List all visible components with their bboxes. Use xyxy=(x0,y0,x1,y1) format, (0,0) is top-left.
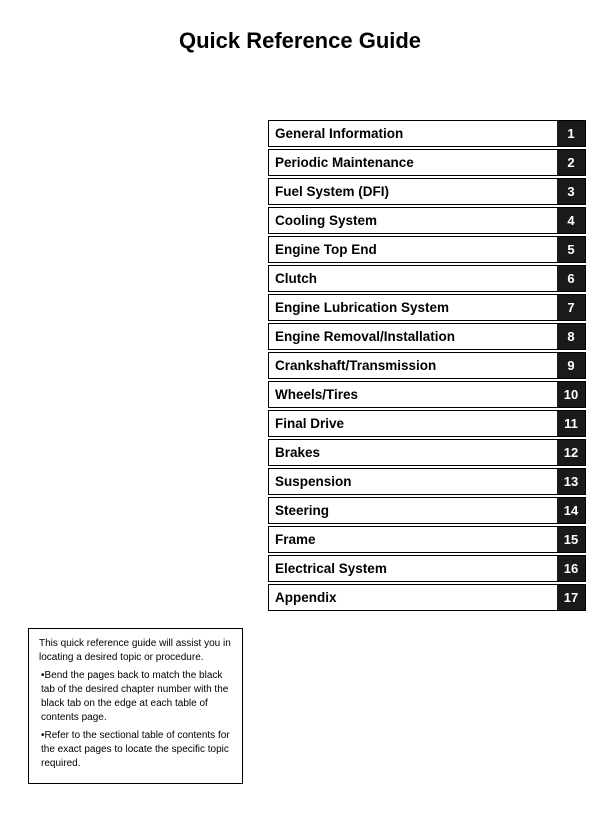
toc-item-number: 4 xyxy=(557,208,585,233)
toc-item-label: Fuel System (DFI) xyxy=(269,179,557,204)
toc-item-number: 9 xyxy=(557,353,585,378)
toc-item-label: Clutch xyxy=(269,266,557,291)
toc-item-number: 17 xyxy=(557,585,585,610)
info-box-bullet2: •Refer to the sectional table of content… xyxy=(39,729,232,771)
toc-item[interactable]: Periodic Maintenance2 xyxy=(268,149,586,176)
info-box-intro: This quick reference guide will assist y… xyxy=(39,637,232,665)
toc-item-label: Electrical System xyxy=(269,556,557,581)
toc-item[interactable]: Wheels/Tires10 xyxy=(268,381,586,408)
info-box: This quick reference guide will assist y… xyxy=(28,628,243,784)
toc-item-number: 5 xyxy=(557,237,585,262)
toc-item[interactable]: Steering14 xyxy=(268,497,586,524)
toc-item[interactable]: Fuel System (DFI)3 xyxy=(268,178,586,205)
toc-item-label: Wheels/Tires xyxy=(269,382,557,407)
toc-item[interactable]: Crankshaft/Transmission9 xyxy=(268,352,586,379)
page-title: Quick Reference Guide xyxy=(0,0,600,72)
toc-item-number: 10 xyxy=(557,382,585,407)
toc-item-number: 16 xyxy=(557,556,585,581)
toc-item-number: 2 xyxy=(557,150,585,175)
toc-item-label: Crankshaft/Transmission xyxy=(269,353,557,378)
toc-item[interactable]: Electrical System16 xyxy=(268,555,586,582)
toc-item-number: 15 xyxy=(557,527,585,552)
toc-item[interactable]: Engine Lubrication System7 xyxy=(268,294,586,321)
toc-item[interactable]: General Information1 xyxy=(268,120,586,147)
toc-item-label: Frame xyxy=(269,527,557,552)
toc-item[interactable]: Brakes12 xyxy=(268,439,586,466)
toc-item-number: 13 xyxy=(557,469,585,494)
toc-item[interactable]: Frame15 xyxy=(268,526,586,553)
toc-item[interactable]: Clutch6 xyxy=(268,265,586,292)
toc-item-label: Engine Removal/Installation xyxy=(269,324,557,349)
toc-item[interactable]: Suspension13 xyxy=(268,468,586,495)
toc-item-number: 12 xyxy=(557,440,585,465)
toc-item-number: 11 xyxy=(557,411,585,436)
toc-item[interactable]: Appendix17 xyxy=(268,584,586,611)
toc-item-label: Brakes xyxy=(269,440,557,465)
toc-item[interactable]: Engine Removal/Installation8 xyxy=(268,323,586,350)
toc-item-label: Cooling System xyxy=(269,208,557,233)
toc-item-number: 3 xyxy=(557,179,585,204)
toc-item-label: General Information xyxy=(269,121,557,146)
toc-item-label: Engine Top End xyxy=(269,237,557,262)
toc-item-label: Final Drive xyxy=(269,411,557,436)
toc-item[interactable]: Engine Top End5 xyxy=(268,236,586,263)
toc-item-number: 7 xyxy=(557,295,585,320)
toc-item-label: Periodic Maintenance xyxy=(269,150,557,175)
toc-item-number: 1 xyxy=(557,121,585,146)
toc-container: General Information1Periodic Maintenance… xyxy=(268,120,586,613)
toc-item-label: Engine Lubrication System xyxy=(269,295,557,320)
toc-item[interactable]: Final Drive11 xyxy=(268,410,586,437)
toc-item-number: 14 xyxy=(557,498,585,523)
toc-item[interactable]: Cooling System4 xyxy=(268,207,586,234)
toc-item-number: 8 xyxy=(557,324,585,349)
toc-item-number: 6 xyxy=(557,266,585,291)
page: Quick Reference Guide General Informatio… xyxy=(0,0,600,832)
toc-item-label: Appendix xyxy=(269,585,557,610)
info-box-bullet1: •Bend the pages back to match the black … xyxy=(39,669,232,725)
toc-item-label: Steering xyxy=(269,498,557,523)
toc-item-label: Suspension xyxy=(269,469,557,494)
